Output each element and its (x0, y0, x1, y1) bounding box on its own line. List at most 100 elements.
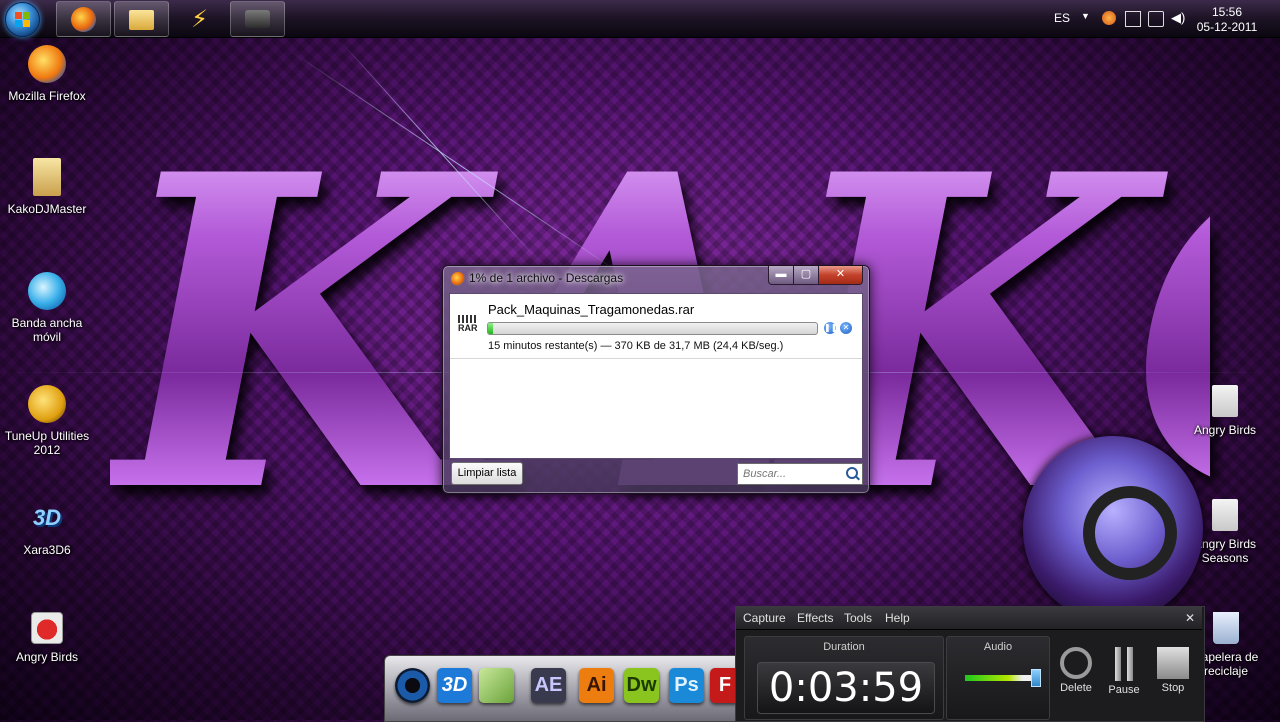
search-icon[interactable] (846, 467, 858, 479)
audio-level-slider[interactable] (965, 667, 1041, 689)
broadband-icon (28, 272, 66, 310)
pause-button[interactable]: Pause (1102, 647, 1146, 696)
taskbar-explorer[interactable] (114, 1, 169, 37)
stop-button[interactable]: Stop (1151, 647, 1195, 694)
desktop-icon-label: Angry Birds Seasons (1193, 537, 1257, 565)
search-field[interactable] (737, 463, 863, 485)
angry-birds-shortcut-icon (1212, 385, 1238, 417)
pause-download-icon[interactable]: ❚❚ (824, 322, 837, 334)
media-icon[interactable] (479, 668, 514, 703)
desktop-icon-xara3d[interactable]: 3D Xara3D6 (2, 499, 92, 557)
downloads-list: RAR Pack_Maquinas_Tragamonedas.rar ❚❚ ✕ … (449, 293, 863, 459)
downloads-window: 1% de 1 archivo - Descargas ▬ ▢ ✕ RAR Pa… (442, 265, 870, 494)
delete-button[interactable]: Delete (1054, 647, 1098, 694)
search-input[interactable] (738, 465, 843, 483)
recycle-bin-icon (1213, 612, 1239, 644)
rar-file-icon: RAR (458, 315, 480, 337)
desktop-icon-label: Mozilla Firefox (8, 89, 86, 103)
desktop-icon-label: Xara3D6 (23, 543, 71, 557)
download-progress-fill (488, 323, 493, 334)
duration-panel: Duration 0:03:59 (744, 636, 944, 720)
desktop-icon-label: Banda ancha móvil (11, 316, 83, 344)
stop-icon (1157, 647, 1189, 679)
audio-label: Audio (983, 641, 1013, 653)
clear-list-button[interactable]: Limpiar lista (451, 462, 523, 485)
duration-label: Duration (823, 641, 865, 653)
folder-icon (129, 10, 154, 30)
headphones-graphic (1083, 486, 1177, 580)
clock-time: 15:56 (1211, 5, 1243, 19)
start-button[interactable] (5, 2, 40, 37)
recorder-menu-bar: Capture Effects Tools Help ✕ (736, 607, 1202, 630)
wallpaper-light-streak (339, 40, 541, 264)
menu-effects[interactable]: Effects (797, 611, 833, 625)
angry-birds-icon (31, 612, 63, 644)
delete-icon (1060, 647, 1092, 679)
desktop-icon-label: KakoDJMaster (7, 202, 87, 216)
after-effects-icon[interactable]: AE (531, 668, 566, 703)
illustrator-icon[interactable]: Ai (579, 668, 614, 703)
xara3d-dock-icon[interactable]: 3D (437, 668, 472, 703)
tuneup-icon (28, 385, 66, 423)
desktop-icon-label: Angry Birds (1193, 423, 1257, 437)
desktop-icon-angry-birds[interactable]: Angry Birds (2, 612, 92, 664)
language-indicator[interactable]: ES (1054, 11, 1070, 48)
wallpaper-light-streak (289, 50, 639, 286)
minimize-button[interactable]: ▬ (768, 266, 794, 285)
desktop-icon-label: Angry Birds (15, 650, 79, 664)
firefox-icon (71, 7, 96, 32)
clock-date: 05-12-2011 (1196, 20, 1258, 34)
camera-lens-icon[interactable] (395, 668, 430, 703)
download-status: 15 minutos restante(s) — 370 KB de 31,7 … (488, 340, 784, 352)
firefox-icon (28, 45, 66, 83)
tray-app-icon[interactable] (1102, 11, 1116, 25)
taskbar: ⚡ ES ▼ ◀) 15:56 05-12-2011 (0, 0, 1280, 38)
close-button[interactable]: ✕ (818, 266, 863, 285)
folder-icon (33, 158, 61, 196)
camcorder-icon (245, 10, 270, 28)
taskbar-winamp[interactable]: ⚡ (172, 1, 227, 37)
download-filename: Pack_Maquinas_Tragamonedas.rar (488, 302, 695, 317)
close-icon[interactable]: ✕ (1185, 611, 1195, 625)
desktop-icon-banda-ancha[interactable]: Banda ancha móvil (2, 272, 92, 344)
firefox-icon (451, 272, 465, 286)
angry-birds-seasons-icon (1212, 499, 1238, 531)
battery-icon[interactable] (1148, 11, 1164, 27)
audio-level-bar (965, 675, 1037, 681)
desktop-icon-angry-birds-right[interactable]: Angry Birds (1180, 385, 1270, 437)
dreamweaver-icon[interactable]: Dw (624, 668, 659, 703)
show-hidden-icons-icon[interactable]: ▼ (1081, 11, 1090, 48)
screen-recorder: Capture Effects Tools Help ✕ Duration 0:… (735, 606, 1205, 722)
menu-capture[interactable]: Capture (743, 611, 786, 625)
audio-slider-handle[interactable] (1031, 669, 1041, 687)
desktop-icon-label: TuneUp Utilities 2012 (4, 429, 90, 457)
window-title: 1% de 1 archivo - Descargas (469, 271, 624, 285)
pause-label: Pause (1108, 684, 1140, 696)
stop-label: Stop (1161, 682, 1185, 694)
xara3d-icon: 3D (32, 505, 62, 530)
taskbar-firefox[interactable] (56, 1, 111, 37)
volume-icon[interactable]: ◀) (1171, 11, 1185, 25)
menu-help[interactable]: Help (885, 611, 910, 625)
desktop-icon-kakodjmaster[interactable]: KakoDJMaster (2, 158, 92, 216)
duration-timer: 0:03:59 (757, 662, 935, 714)
desktop-icon-tuneup[interactable]: TuneUp Utilities 2012 (2, 385, 92, 457)
photoshop-icon[interactable]: Ps (669, 668, 704, 703)
delete-label: Delete (1060, 682, 1092, 694)
action-center-icon[interactable] (1125, 11, 1141, 27)
download-progress-bar (487, 322, 818, 335)
cancel-download-icon[interactable]: ✕ (840, 322, 852, 334)
windows-logo-icon (15, 12, 30, 27)
download-item[interactable]: RAR Pack_Maquinas_Tragamonedas.rar ❚❚ ✕ … (450, 294, 862, 359)
rar-file-icon-label: RAR (458, 323, 478, 333)
taskbar-camcorder[interactable] (230, 1, 285, 37)
maximize-button[interactable]: ▢ (793, 266, 819, 285)
system-clock[interactable]: 15:56 05-12-2011 (1196, 5, 1258, 35)
pause-icon (1108, 647, 1140, 681)
menu-tools[interactable]: Tools (844, 611, 872, 625)
winamp-icon: ⚡ (191, 6, 208, 33)
app-dock: 3D AE Ai Dw Ps F (384, 655, 746, 722)
desktop-icon-firefox[interactable]: Mozilla Firefox (2, 45, 92, 103)
audio-panel: Audio (946, 636, 1050, 720)
kakodjmaster-logo (1023, 436, 1203, 622)
